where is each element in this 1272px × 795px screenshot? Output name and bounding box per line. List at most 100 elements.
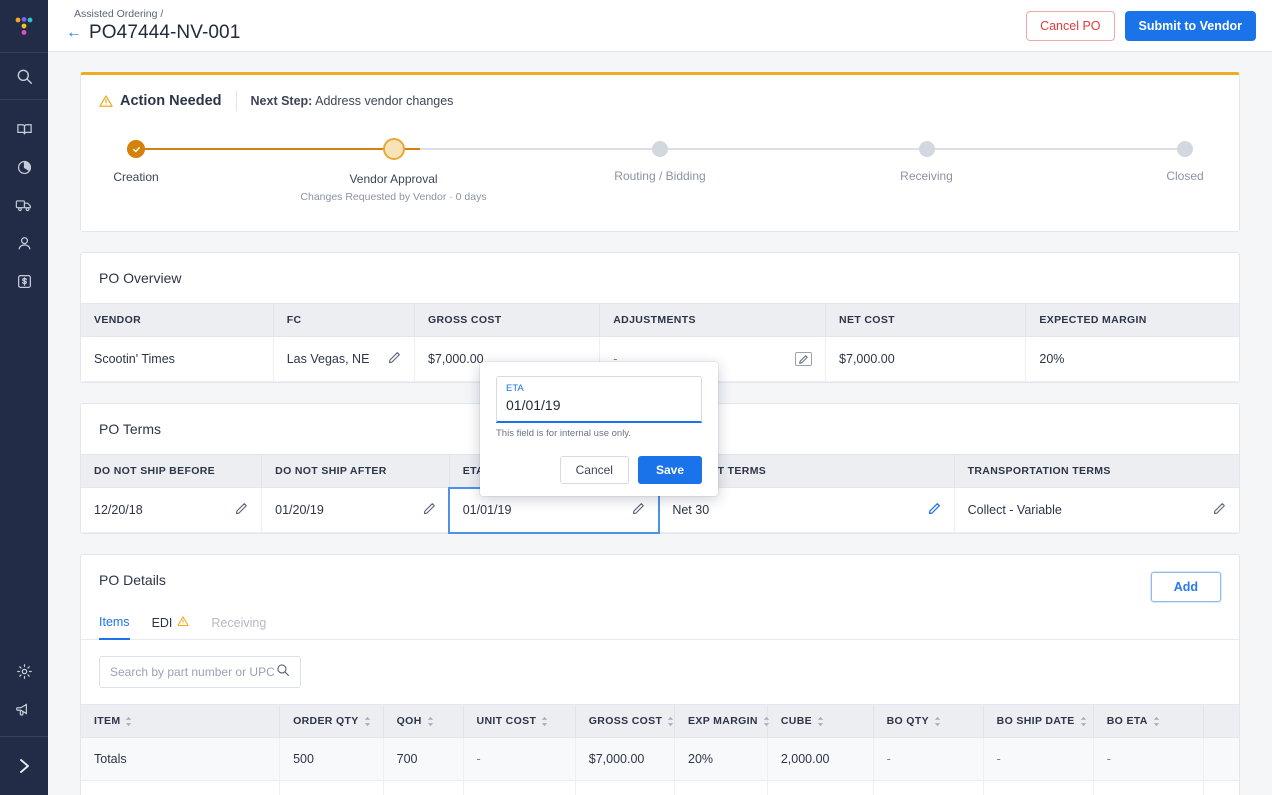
breadcrumb[interactable]: Assisted Ordering / xyxy=(66,7,240,21)
col-bo-eta[interactable]: BO ETA xyxy=(1092,704,1204,738)
cell-bo-eta: - xyxy=(1093,780,1204,795)
table-header-row: VENDOR FC GROSS COST ADJUSTMENTS NET COS… xyxy=(81,303,1239,337)
popover-save-button[interactable]: Save xyxy=(637,456,702,484)
edit-pencil-icon[interactable] xyxy=(1213,502,1226,518)
next-step-label: Next Step: xyxy=(250,94,313,108)
pie-chart-icon[interactable] xyxy=(0,154,48,180)
cell-cube: 2,000.00 xyxy=(767,737,874,781)
po-items-table: ITEM ORDER QTY QOH UNIT COST GROSS COST … xyxy=(81,704,1239,795)
col-fc[interactable]: FC xyxy=(272,303,415,337)
col-unit-cost[interactable]: UNIT COST xyxy=(462,704,576,738)
cell-net-cost: $7,000.00 xyxy=(825,336,1027,382)
cell-bo-ship-date: - xyxy=(983,780,1094,795)
cell-unit-cost: - xyxy=(463,737,576,781)
user-icon[interactable] xyxy=(0,230,48,256)
action-needed-card: Action Needed Next Step: Address vendor … xyxy=(80,72,1240,232)
sort-icon xyxy=(427,716,434,727)
cell-fc: Las Vegas, NE xyxy=(273,336,415,382)
search-box[interactable] xyxy=(99,656,301,688)
step-label: Creation xyxy=(113,170,159,184)
cell-item: Totals xyxy=(81,737,281,781)
cell-bo-qty: - xyxy=(873,780,984,795)
submit-to-vendor-button[interactable]: Submit to Vendor xyxy=(1124,10,1256,41)
cell-gross-cost: $3,000.00 xyxy=(575,780,676,795)
sidebar-utility-group xyxy=(0,649,48,736)
totals-row: Totals 500 700 - $7,000.00 20% 2,000.00 … xyxy=(81,737,1239,781)
col-bo-qty[interactable]: BO QTY xyxy=(872,704,984,738)
eta-edit-popover: ETA 01/01/19 This field is for internal … xyxy=(480,362,718,496)
step-dot-todo xyxy=(1177,141,1193,157)
app-root: Assisted Ordering / ← PO47444-NV-001 Can… xyxy=(0,0,1272,795)
col-transportation-terms[interactable]: TRANSPORTATION TERMS xyxy=(953,454,1239,488)
tab-edi[interactable]: EDI xyxy=(152,615,190,639)
search-input[interactable] xyxy=(110,665,276,679)
transportation-terms-value: Collect - Variable xyxy=(967,503,1062,517)
edit-pencil-icon[interactable] xyxy=(632,502,645,518)
cell-bo-ship-date: - xyxy=(983,737,1094,781)
sort-icon xyxy=(1080,716,1087,727)
col-gross-cost[interactable]: GROSS COST xyxy=(574,704,675,738)
col-adjustments[interactable]: ADJUSTMENTS xyxy=(599,303,826,337)
col-bo-ship-date[interactable]: BO SHIP DATE xyxy=(982,704,1094,738)
sort-icon xyxy=(667,716,674,727)
sort-icon xyxy=(125,716,132,727)
tab-items[interactable]: Items xyxy=(99,615,130,640)
search-icon[interactable] xyxy=(0,63,48,89)
app-logo[interactable] xyxy=(0,0,48,52)
edit-pencil-icon[interactable] xyxy=(388,351,401,367)
step-dot-todo xyxy=(918,141,935,157)
breadcrumb-and-title: Assisted Ordering / ← PO47444-NV-001 xyxy=(48,7,240,44)
add-button[interactable]: Add xyxy=(1150,572,1221,602)
col-exp-margin[interactable]: EXP MARGIN xyxy=(674,704,769,738)
tab-label: Receiving xyxy=(211,615,267,630)
col-do-not-ship-before[interactable]: DO NOT SHIP BEFORE xyxy=(81,454,262,488)
dollar-box-icon[interactable] xyxy=(0,268,48,294)
step-label: Vendor Approval xyxy=(349,172,438,186)
tab-label: Items xyxy=(99,615,130,629)
col-order-qty[interactable]: ORDER QTY xyxy=(279,704,384,738)
edit-pencil-icon[interactable] xyxy=(235,502,248,518)
megaphone-icon[interactable] xyxy=(0,696,48,722)
cell-item: A5DLX1099 A5 Deluxe Scooter xyxy=(81,780,281,795)
col-qoh[interactable]: QOH xyxy=(382,704,464,738)
truck-icon[interactable] xyxy=(0,192,48,218)
popover-cancel-button[interactable]: Cancel xyxy=(559,456,629,484)
eta-field[interactable]: ETA 01/01/19 xyxy=(496,376,702,423)
sort-icon xyxy=(934,716,941,727)
gear-icon[interactable] xyxy=(0,658,48,684)
col-expected-margin[interactable]: EXPECTED MARGIN xyxy=(1025,303,1239,337)
cancel-po-button[interactable]: Cancel PO xyxy=(1026,10,1115,41)
warning-triangle-icon xyxy=(177,615,190,630)
search-icon[interactable] xyxy=(276,663,290,682)
col-vendor[interactable]: VENDOR xyxy=(81,303,274,337)
edit-pencil-icon[interactable] xyxy=(423,502,436,518)
col-gross-cost[interactable]: GROSS COST xyxy=(413,303,600,337)
sort-icon xyxy=(1153,716,1160,727)
eta-field-value[interactable]: 01/01/19 xyxy=(506,395,692,415)
progress-stepper: Creation Vendor Approval Changes Request… xyxy=(113,138,1204,213)
chevron-right-icon[interactable] xyxy=(0,737,48,795)
col-do-not-ship-after[interactable]: DO NOT SHIP AFTER xyxy=(261,454,450,488)
edit-pencil-icon[interactable] xyxy=(928,502,941,518)
cell-actions xyxy=(1203,737,1239,781)
po-details-header: PO Details Add xyxy=(81,555,1239,602)
title-row: ← PO47444-NV-001 xyxy=(66,22,240,44)
popover-actions: Cancel Save xyxy=(496,456,702,484)
table-header-row: ITEM ORDER QTY QOH UNIT COST GROSS COST … xyxy=(81,704,1239,738)
cell-gross-cost: $7,000.00 xyxy=(575,737,676,781)
cell-qoh: 300 xyxy=(383,780,464,795)
tab-receiving: Receiving xyxy=(211,615,266,639)
book-icon[interactable] xyxy=(0,116,48,142)
po-details-tabs: Items EDI Receiving xyxy=(81,602,1239,640)
cell-transportation-terms: Collect - Variable xyxy=(954,487,1239,533)
edit-adjustments-icon[interactable] xyxy=(795,352,813,366)
page-title: PO47444-NV-001 xyxy=(89,22,241,43)
step-label: Routing / Bidding xyxy=(614,169,706,183)
back-arrow-icon[interactable]: ← xyxy=(66,25,82,41)
cell-expected-margin: 20% xyxy=(1025,336,1239,382)
col-cube[interactable]: CUBE xyxy=(766,704,874,738)
col-net-cost[interactable]: NET COST xyxy=(825,303,1026,337)
cell-unit-cost: $25.00 xyxy=(463,780,576,795)
col-item[interactable]: ITEM xyxy=(81,704,280,738)
cell-actions xyxy=(1203,780,1239,795)
